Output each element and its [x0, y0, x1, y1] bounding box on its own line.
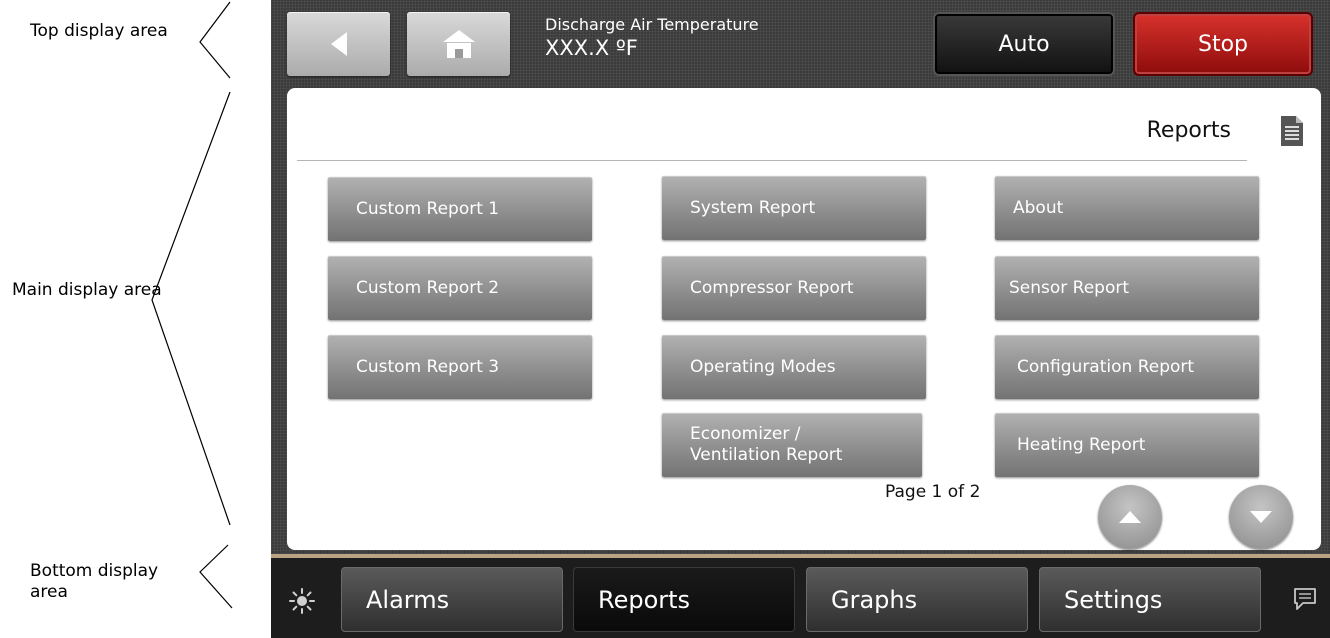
custom-report-2-button[interactable]: Custom Report 2	[328, 256, 592, 320]
chevron-down-icon	[1250, 511, 1272, 523]
back-button[interactable]	[287, 12, 390, 76]
system-report-button[interactable]: System Report	[662, 176, 926, 240]
status-readout: Discharge Air Temperature XXX.X ºF	[545, 15, 759, 61]
operating-modes-button[interactable]: Operating Modes	[662, 335, 926, 399]
home-icon	[442, 30, 475, 58]
document-icon[interactable]	[1281, 116, 1303, 146]
tab-reports[interactable]: Reports	[573, 567, 795, 632]
economizer-ventilation-report-button[interactable]: Economizer / Ventilation Report	[662, 413, 922, 477]
sensor-report-button[interactable]: Sensor Report	[995, 256, 1259, 320]
status-label: Discharge Air Temperature	[545, 15, 759, 34]
title-divider	[297, 160, 1247, 161]
home-button[interactable]	[407, 12, 510, 76]
configuration-report-button[interactable]: Configuration Report	[995, 335, 1259, 399]
page-up-button[interactable]	[1098, 485, 1162, 549]
tab-graphs[interactable]: Graphs	[806, 567, 1028, 632]
auto-button[interactable]: Auto	[933, 12, 1115, 76]
compressor-report-button[interactable]: Compressor Report	[662, 256, 926, 320]
status-value: XXX.X ºF	[545, 36, 638, 60]
about-button[interactable]: About	[995, 176, 1259, 240]
custom-report-1-button[interactable]: Custom Report 1	[328, 177, 592, 241]
top-display-area: Discharge Air Temperature XXX.X ºF Auto …	[271, 0, 1330, 86]
device-screen: Discharge Air Temperature XXX.X ºF Auto …	[271, 0, 1330, 638]
page-indicator: Page 1 of 2	[885, 482, 981, 502]
brightness-icon[interactable]	[289, 588, 315, 614]
custom-report-3-button[interactable]: Custom Report 3	[328, 335, 592, 399]
chat-bubble-icon[interactable]	[1292, 586, 1318, 612]
main-display-area: Reports Custom Report 1 Custom Report 2 …	[287, 88, 1321, 550]
bottom-display-area: Alarms Reports Graphs Settings	[271, 558, 1330, 638]
page-title: Reports	[1146, 118, 1231, 143]
tab-alarms[interactable]: Alarms	[341, 567, 563, 632]
page-down-button[interactable]	[1229, 485, 1293, 549]
back-arrow-icon	[330, 32, 347, 56]
stop-button[interactable]: Stop	[1133, 12, 1313, 76]
tab-settings[interactable]: Settings	[1039, 567, 1261, 632]
heating-report-button[interactable]: Heating Report	[995, 413, 1259, 477]
callout-leader-lines	[151, 1, 233, 609]
chevron-up-icon	[1119, 511, 1141, 523]
